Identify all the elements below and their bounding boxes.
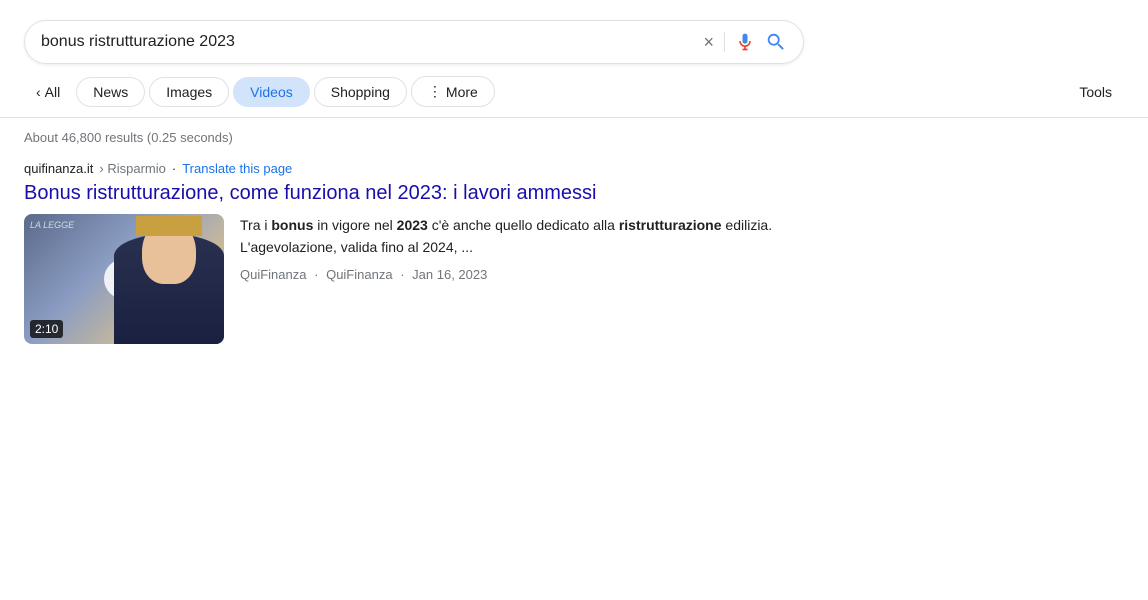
result-right: Tra i bonus in vigore nel 2023 c'è anche…	[240, 214, 784, 282]
result-title[interactable]: Bonus ristrutturazione, come funziona ne…	[24, 180, 784, 206]
tab-more[interactable]: ⋮ More	[411, 76, 495, 107]
result-source: quifinanza.it › Risparmio · Translate th…	[24, 161, 784, 176]
meta-source2: QuiFinanza	[326, 267, 392, 282]
tab-all[interactable]: ‹ All	[24, 78, 72, 106]
tab-videos[interactable]: Videos	[233, 77, 310, 107]
translate-link[interactable]: Translate this page	[182, 161, 292, 176]
tab-all-label: All	[45, 84, 61, 100]
search-icon[interactable]	[765, 31, 787, 53]
result-item: quifinanza.it › Risparmio · Translate th…	[24, 161, 784, 344]
meta-source1: QuiFinanza	[240, 267, 306, 282]
video-thumbnail[interactable]: LA LEGGE 2:10	[24, 214, 224, 344]
meta-dot2: ·	[400, 267, 404, 282]
mic-icon[interactable]	[735, 32, 755, 52]
result-snippet: Tra i bonus in vigore nel 2023 c'è anche…	[240, 214, 784, 259]
filter-tabs: ‹ All News Images Videos Shopping ⋮ More…	[0, 76, 1148, 118]
tab-shopping[interactable]: Shopping	[314, 77, 407, 107]
watermark: LA LEGGE	[30, 220, 74, 230]
meta-dot1: ·	[314, 267, 318, 282]
divider	[724, 32, 725, 52]
search-bar-area: ×	[0, 0, 1148, 76]
result-content: LA LEGGE 2:10 Tra i bonus in vigore nel …	[24, 214, 784, 344]
search-icons: ×	[703, 31, 787, 53]
result-breadcrumb: › Risparmio	[99, 161, 165, 176]
separator: ·	[172, 161, 176, 176]
tab-images[interactable]: Images	[149, 77, 229, 107]
more-dots-icon: ⋮	[428, 83, 442, 100]
results-count: About 46,800 results (0.25 seconds)	[24, 130, 1124, 145]
result-meta: QuiFinanza · QuiFinanza · Jan 16, 2023	[240, 267, 784, 282]
result-domain: quifinanza.it	[24, 161, 93, 176]
video-duration: 2:10	[30, 320, 63, 338]
search-input[interactable]	[41, 33, 691, 51]
results-area: About 46,800 results (0.25 seconds) quif…	[0, 118, 1148, 344]
meta-date: Jan 16, 2023	[412, 267, 487, 282]
search-box: ×	[24, 20, 804, 64]
back-icon: ‹	[36, 84, 41, 100]
clear-icon[interactable]: ×	[703, 33, 714, 51]
tab-tools[interactable]: Tools	[1067, 78, 1124, 106]
more-label: More	[446, 84, 478, 100]
tab-news[interactable]: News	[76, 77, 145, 107]
